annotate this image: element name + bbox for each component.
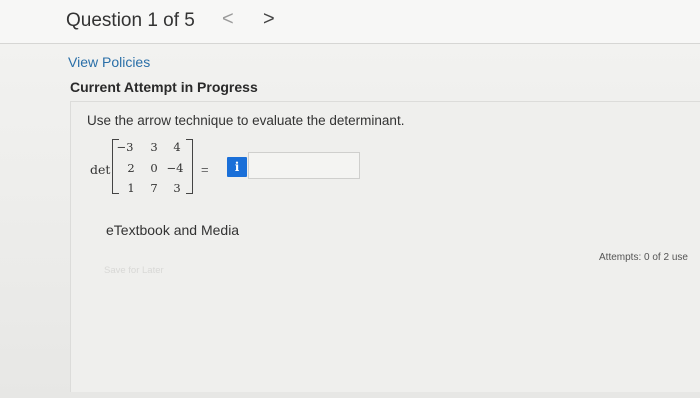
etextbook-media-link[interactable]: eTextbook and Media: [106, 222, 239, 238]
matrix-cell: 0: [150, 161, 158, 175]
question-prompt: Use the arrow technique to evaluate the …: [87, 113, 405, 128]
matrix-cell: 1: [127, 181, 135, 195]
chevron-left-icon[interactable]: <: [222, 8, 234, 31]
matrix-cell: −4: [166, 161, 184, 175]
top-bar: Question 1 of 5 < >: [0, 0, 700, 44]
matrix-cell: 7: [150, 181, 158, 195]
answer-input[interactable]: [248, 152, 360, 179]
matrix-cell: 2: [127, 161, 135, 175]
info-icon[interactable]: i: [227, 157, 247, 177]
matrix-cell: −3: [116, 140, 134, 154]
equals-sign: =: [201, 162, 209, 177]
attempts-counter: Attempts: 0 of 2 use: [599, 252, 688, 263]
attempt-status: Current Attempt in Progress: [70, 79, 258, 95]
matrix-cell: 3: [150, 140, 158, 154]
view-policies-link[interactable]: View Policies: [68, 54, 150, 70]
det-label: det: [90, 162, 111, 177]
question-counter: Question 1 of 5: [66, 10, 195, 31]
matrix-cell: 4: [173, 140, 181, 154]
chevron-right-icon[interactable]: >: [263, 8, 275, 31]
matrix-cell: 3: [173, 181, 181, 195]
save-for-later-button[interactable]: Save for Later: [104, 265, 164, 276]
